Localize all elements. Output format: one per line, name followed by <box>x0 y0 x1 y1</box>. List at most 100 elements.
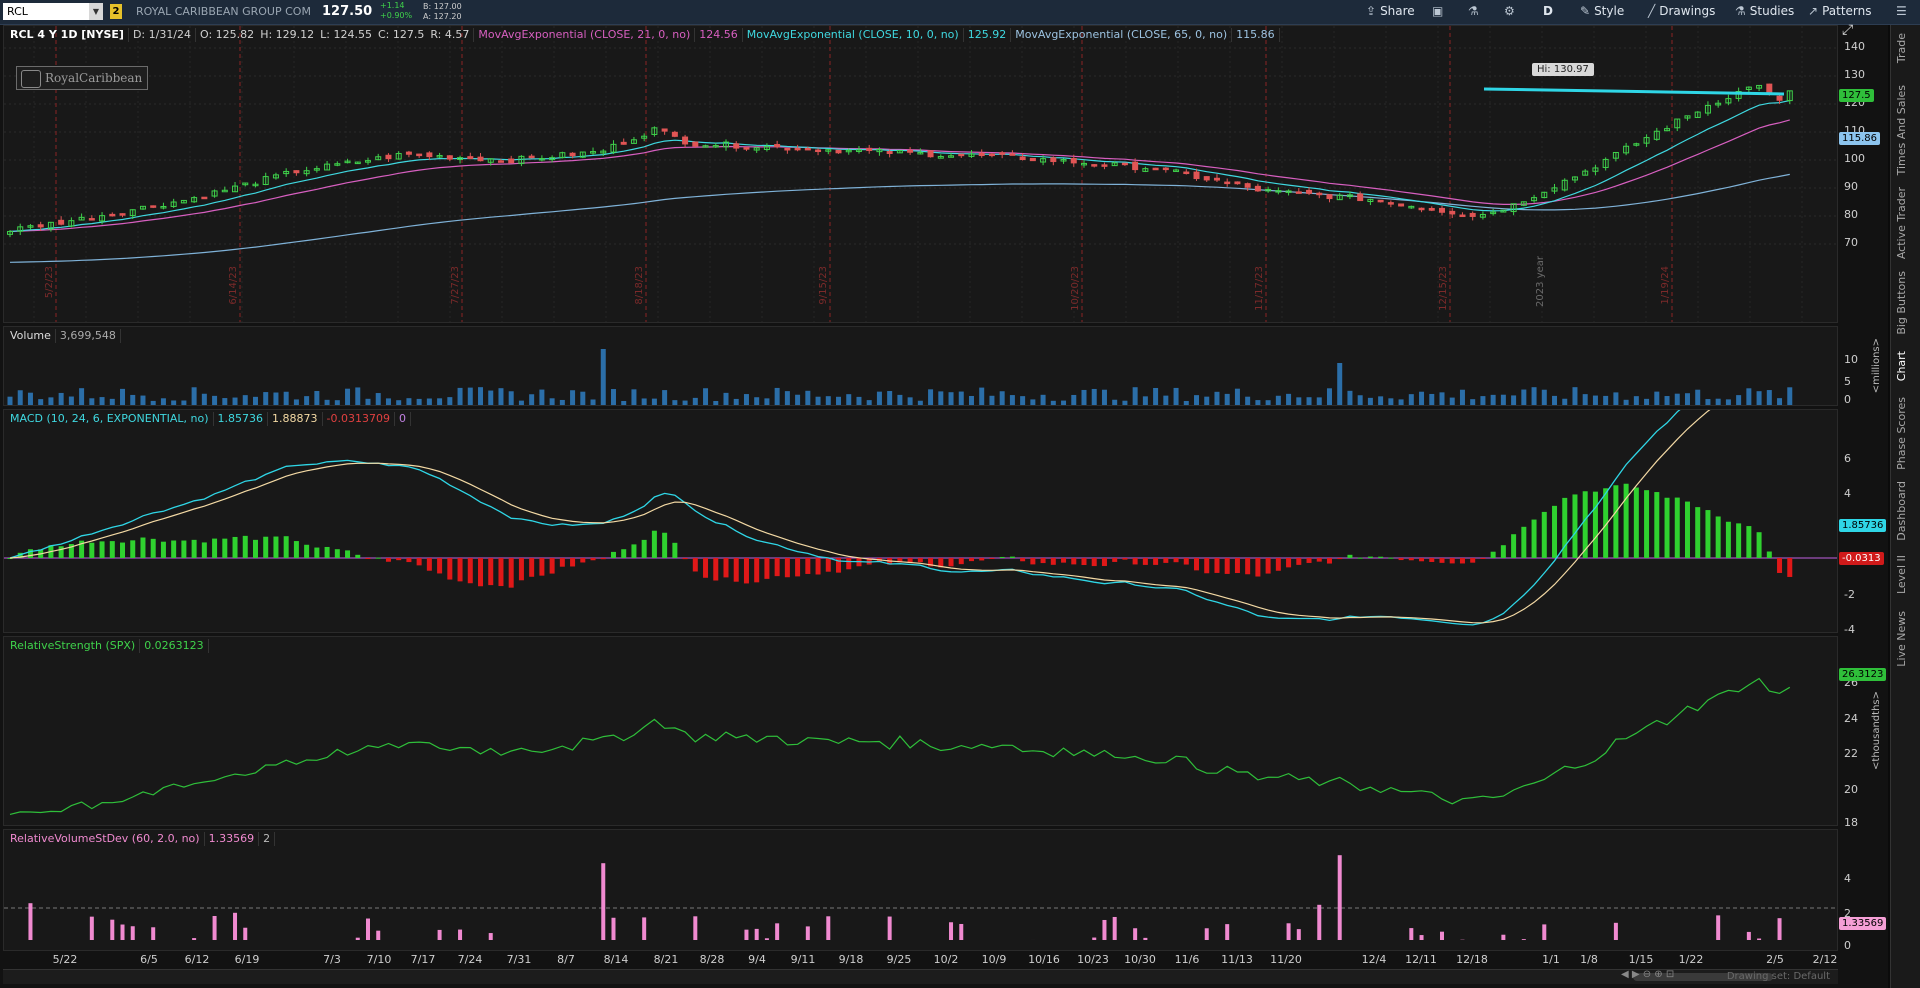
symbol-selector[interactable]: RCL ▼ <box>3 3 103 20</box>
volume-bar <box>825 396 831 405</box>
macd-histogram-bar <box>805 558 811 574</box>
time-axis[interactable]: 5/22 6/5 6/12 6/19 7/3 7/10 7/17 7/24 7/31 8/7 8/1… <box>3 951 1838 967</box>
ema10-label[interactable]: MovAvgExponential (CLOSE, 10, 0, no) <box>743 28 964 42</box>
tab-dashboard[interactable]: Dashboard <box>1895 481 1908 541</box>
candle-body <box>835 149 842 154</box>
volume-bar <box>836 396 842 405</box>
tab-active-trader[interactable]: Active Trader <box>1895 187 1908 259</box>
rs-pane[interactable]: RelativeStrength (SPX) 0.0263123 <box>3 636 1838 826</box>
rs-tick: 18 <box>1844 816 1858 829</box>
candle-body <box>1316 192 1323 196</box>
drawing-set[interactable]: Drawing set: Default <box>1727 971 1830 982</box>
candle-body <box>1121 162 1128 166</box>
expand-icon[interactable]: ⤢ <box>1842 22 1853 38</box>
volume-pane[interactable]: Volume 3,699,548 <box>3 326 1838 406</box>
rvol-label[interactable]: RelativeVolumeStDev (60, 2.0, no) <box>6 832 205 846</box>
volume-bar <box>651 398 657 405</box>
drawings-button[interactable]: ╱ Drawings <box>1648 4 1715 18</box>
candle-body <box>1091 164 1098 167</box>
candle-body <box>569 152 576 157</box>
candle-body <box>1070 158 1077 164</box>
volume-bar <box>846 394 852 405</box>
volume-bar <box>1654 391 1660 405</box>
link-group-badge[interactable]: 2 <box>110 4 122 19</box>
settings-button[interactable]: ⚙ <box>1504 4 1515 18</box>
rvol-pane[interactable]: RelativeVolumeStDev (60, 2.0, no) 1.3356… <box>3 829 1838 951</box>
share-button[interactable]: ⇪ Share <box>1366 4 1415 18</box>
drawings-label: Drawings <box>1659 4 1716 18</box>
style-button[interactable]: ✎ Style <box>1580 4 1624 18</box>
macd-histogram-bar <box>1306 558 1312 563</box>
ema21-label[interactable]: MovAvgExponential (CLOSE, 21, 0, no) <box>474 28 696 42</box>
tab-trade[interactable]: Trade <box>1895 33 1908 63</box>
ema65-label[interactable]: MovAvgExponential (CLOSE, 65, 0, no) <box>1011 28 1233 42</box>
volume-bar <box>559 399 565 405</box>
macd-histogram-bar <box>58 546 64 558</box>
macd-histogram-bar <box>478 558 484 587</box>
flask-button[interactable]: ⚗ <box>1468 4 1479 18</box>
candle-body <box>1418 207 1425 211</box>
macd-histogram-bar <box>1531 519 1537 558</box>
price-tick: 130 <box>1844 68 1865 81</box>
volume-bar <box>610 389 616 405</box>
tab-chart[interactable]: Chart <box>1895 351 1908 381</box>
menu-button[interactable]: ☰ <box>1896 4 1907 18</box>
macd-histogram-bar <box>1275 558 1281 571</box>
time-tick-label: 1/22 <box>1678 953 1704 966</box>
candle-body <box>1459 214 1466 218</box>
candle-body <box>620 141 627 145</box>
macd-histogram-bar <box>1101 558 1107 567</box>
macd-histogram-bar <box>1490 551 1496 558</box>
rvol-bar <box>1133 928 1138 940</box>
macd-histogram-bar <box>171 540 177 558</box>
tab-live-news[interactable]: Live News <box>1895 611 1908 667</box>
macd-histogram-bar <box>968 558 974 562</box>
ema10-line <box>9 99 1790 233</box>
tab-phase-scores[interactable]: Phase Scores <box>1895 397 1908 470</box>
tab-times-and-sales[interactable]: Times And Sales <box>1895 85 1908 175</box>
candle-body <box>1326 194 1333 200</box>
rvol-bar <box>601 863 606 940</box>
rs-label[interactable]: RelativeStrength (SPX) <box>6 639 141 653</box>
macd-histogram-bar <box>1091 558 1097 567</box>
volume-bar <box>1511 395 1517 405</box>
snapshot-button[interactable]: ▣ <box>1432 4 1443 18</box>
price-pane[interactable]: RCL 4 Y 1D [NYSE] D: 1/31/24 O: 125.82 H… <box>3 25 1838 323</box>
candle-body <box>958 153 965 157</box>
volume-bar <box>171 400 177 405</box>
macd-histogram-bar <box>1552 505 1558 558</box>
macd-histogram-bar <box>1183 558 1189 565</box>
volume-label[interactable]: Volume <box>6 329 56 343</box>
volume-bar <box>7 396 13 405</box>
candle-body <box>1029 157 1036 162</box>
macd-histogram-bar <box>1286 558 1292 568</box>
zoom-controls[interactable]: ◀ ▶ ⊖ ⊕ ⊡ <box>1621 969 1674 980</box>
tab-level-ii[interactable]: Level II <box>1895 555 1908 594</box>
flask-icon: ⚗ <box>1468 4 1479 18</box>
camera-icon: ▣ <box>1432 4 1444 18</box>
candle-body <box>528 155 535 159</box>
time-tick-label: 9/18 <box>838 953 864 966</box>
chevron-down-icon[interactable]: ▼ <box>89 3 103 20</box>
volume-bar <box>1050 400 1056 405</box>
volume-bar <box>160 398 166 405</box>
macd-pane[interactable]: MACD (10, 24, 6, EXPONENTIAL, no) 1.8573… <box>3 409 1838 633</box>
studies-button[interactable]: ⚗ Studies <box>1735 4 1794 18</box>
paint-icon: ✎ <box>1580 4 1591 18</box>
volume-bar <box>549 398 555 405</box>
rvol-bar <box>120 924 125 940</box>
price-axis[interactable]: 140 130 120 110 100 90 80 70 127.5 115.8… <box>1838 22 1888 323</box>
aggregation-button[interactable]: D <box>1543 4 1553 18</box>
macd-histogram-bar <box>570 558 576 567</box>
chart-title[interactable]: RCL 4 Y 1D [NYSE] <box>6 28 129 42</box>
macd-histogram-bar <box>1500 545 1506 558</box>
patterns-button[interactable]: ↗ Patterns <box>1808 4 1872 18</box>
macd-histogram-bar <box>1654 492 1660 558</box>
macd-label[interactable]: MACD (10, 24, 6, EXPONENTIAL, no) <box>6 412 214 426</box>
volume-bar <box>1582 394 1588 405</box>
candle-body <box>774 144 781 148</box>
time-scrollbar[interactable]: ◀ ▶ ⊖ ⊕ ⊡ Drawing set: Default <box>3 969 1838 984</box>
macd-histogram-bar <box>1326 558 1332 564</box>
tab-big-buttons[interactable]: Big Buttons <box>1895 271 1908 335</box>
macd-histogram-bar <box>662 532 668 558</box>
